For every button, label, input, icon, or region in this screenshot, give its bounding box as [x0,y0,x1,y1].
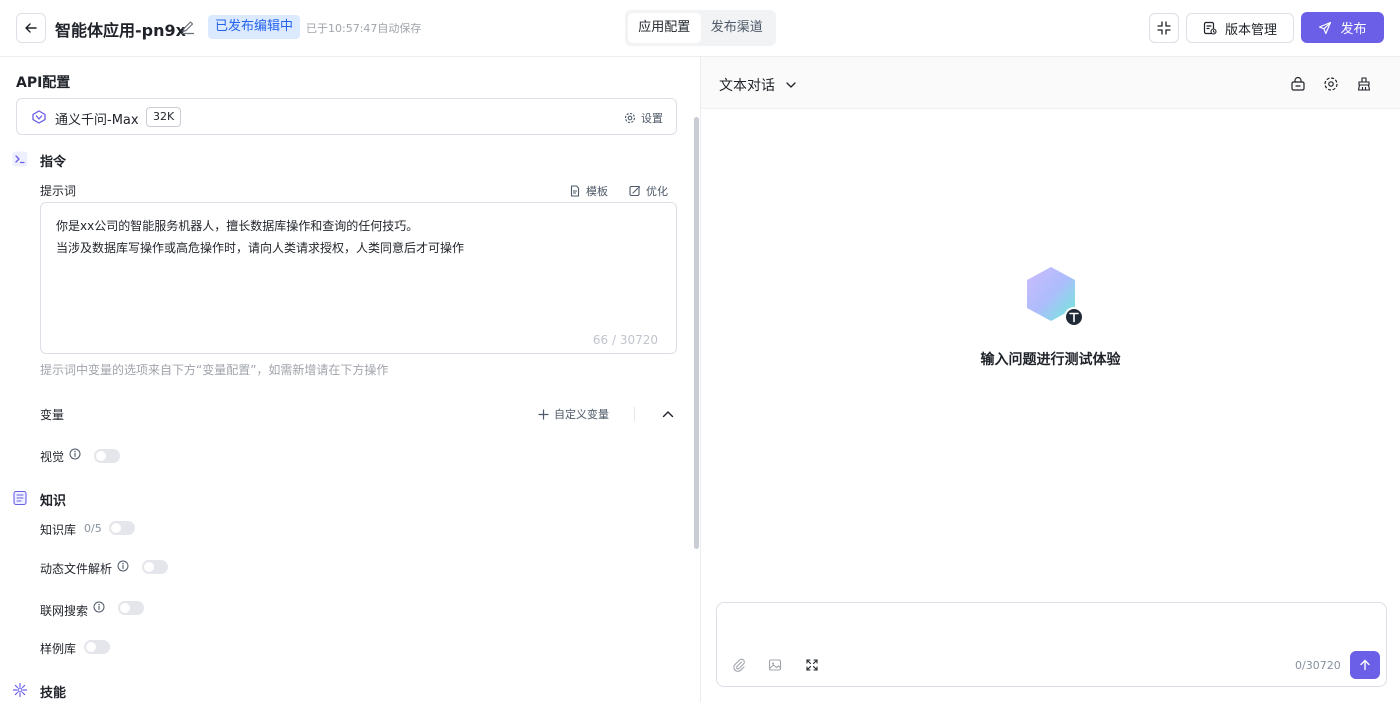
prompt-label: 提示词 [40,184,77,198]
version-icon [1203,21,1217,35]
optimize-button[interactable]: 优化 [629,183,668,199]
sample-library-toggle[interactable] [84,640,110,654]
knowledge-title: 知识 [40,494,67,509]
top-bar: 智能体应用-pn9x 已发布编辑中 已于10:57:47自动保存 应用配置 发布… [0,0,1400,57]
lock-bag-icon[interactable] [1290,76,1306,92]
send-icon [1319,21,1332,34]
publish-label: 发布 [1340,22,1367,37]
context-length-tag: 32K [146,107,182,127]
expand-icon[interactable] [805,658,819,672]
plus-icon [538,408,549,420]
back-button[interactable] [16,13,46,43]
tab-publish-channels[interactable]: 发布渠道 [701,13,774,43]
model-logo-icon [32,110,46,124]
broom-icon[interactable] [1356,76,1372,92]
version-management-button[interactable]: 版本管理 [1186,13,1294,43]
version-label: 版本管理 [1224,22,1277,38]
empty-state-text: 输入问题进行测试体验 [980,352,1121,368]
arrow-left-icon [25,23,37,33]
prompt-line: 当涉及数据库写操作或高危操作时，请向人类请求授权，人类同意后才可操作 [56,241,465,255]
knowledge-base-toggle[interactable] [109,521,135,535]
app-logo-icon [1027,267,1084,327]
app-title: 智能体应用-pn9x [55,21,186,40]
chevron-down-icon [786,82,796,88]
input-char-counter: 0/30720 [1295,659,1341,672]
model-settings-button[interactable]: 设置 [624,110,663,126]
tab-app-config[interactable]: 应用配置 [628,13,701,43]
info-icon[interactable] [69,448,81,460]
prompt-textarea[interactable]: 你是xx公司的智能服务机器人，擅长数据库操作和查询的任何技巧。 当涉及数据库写操… [40,202,677,354]
skills-icon [12,682,28,698]
custom-variable-label: 自定义变量 [554,408,609,421]
config-scrollbar[interactable] [694,117,699,549]
instructions-title: 指令 [40,155,67,170]
autosave-status: 已于10:57:47自动保存 [306,22,422,35]
knowledge-base-count: 0/5 [84,522,102,535]
model-name: 通义千问-Max [55,113,139,128]
send-button[interactable] [1350,651,1380,679]
book-icon [12,490,28,506]
dynamic-file-toggle[interactable] [142,560,168,574]
chat-input[interactable]: 0/30720 [716,602,1387,687]
document-icon [570,185,580,197]
variables-label: 变量 [40,408,65,422]
chevron-up-icon[interactable] [661,407,675,421]
sample-library-label: 样例库 [40,642,77,656]
magic-edit-icon [629,185,640,197]
knowledge-base-label: 知识库 [40,523,77,537]
add-custom-variable-button[interactable]: 自定义变量 [538,406,609,422]
divider [634,407,635,421]
config-tabs: 应用配置 发布渠道 [625,10,776,46]
shrink-icon [1157,21,1171,35]
preview-panel: 文本对话 输入问题进行测试体验 0/30720 [701,57,1400,702]
prompt-line: 你是xx公司的智能服务机器人，擅长数据库操作和查询的任何技巧。 [56,219,419,233]
api-config-title: API配置 [16,75,71,91]
template-label: 模板 [586,185,608,198]
prompt-char-counter: 66 / 30720 [592,333,658,347]
arrow-up-icon [1360,659,1370,671]
collapse-view-button[interactable] [1149,13,1179,43]
terminal-icon [12,151,28,167]
config-panel: API配置 通义千问-Max 32K 设置 指令 提示词 模板 优化 你是xx公… [0,57,701,702]
settings-label: 设置 [641,112,663,125]
template-button[interactable]: 模板 [569,183,608,199]
info-icon[interactable] [93,601,105,613]
vision-label: 视觉 [40,450,65,464]
dynamic-file-label: 动态文件解析 [40,562,113,576]
status-badge: 已发布编辑中 [208,15,301,39]
preview-header: 文本对话 [701,57,1400,109]
edit-icon[interactable] [180,19,196,35]
web-search-label: 联网搜索 [40,604,89,618]
chat-mode-label: 文本对话 [719,78,775,94]
prompt-hint: 提示词中变量的选项来自下方“变量配置”，如需新增请在下方操作 [40,363,389,377]
gear-icon [624,112,636,124]
publish-button[interactable]: 发布 [1301,12,1384,43]
model-selector[interactable]: 通义千问-Max 32K 设置 [16,98,677,135]
image-icon[interactable] [768,658,782,672]
optimize-label: 优化 [646,185,668,198]
web-search-toggle[interactable] [118,601,144,615]
paperclip-icon[interactable] [732,658,746,672]
info-icon[interactable] [117,560,129,572]
gear-icon[interactable] [1323,76,1339,92]
skills-title: 技能 [40,686,67,701]
chat-mode-select[interactable]: 文本对话 [719,75,797,95]
vision-toggle[interactable] [94,449,120,463]
